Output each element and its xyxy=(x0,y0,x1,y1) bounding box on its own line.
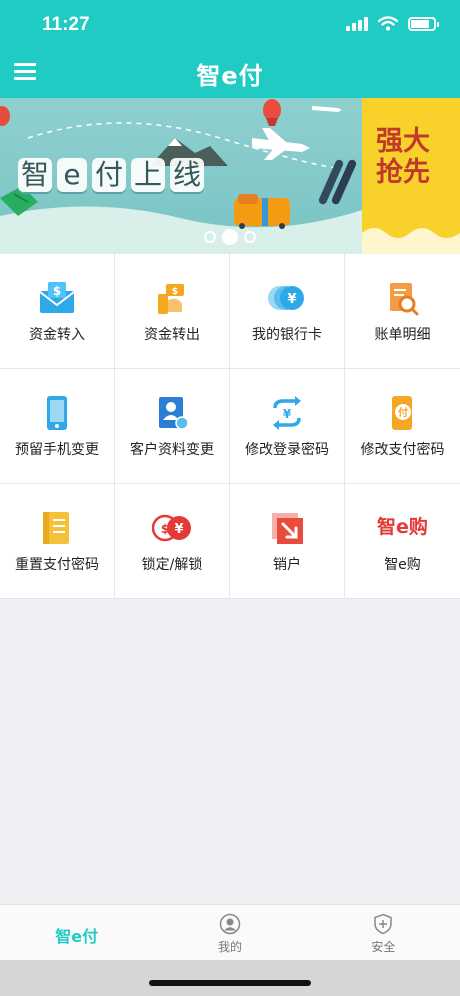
exchange-arrows-icon: ¥ xyxy=(273,396,301,430)
home-indicator[interactable] xyxy=(149,980,311,986)
tile-label: 锁定/解锁 xyxy=(141,557,203,573)
tab-zhi-e-fu[interactable]: 智e付 xyxy=(0,905,153,960)
payment-phone-icon: 付 xyxy=(392,396,412,430)
carousel-dots[interactable] xyxy=(204,229,256,245)
home-indicator-area xyxy=(0,960,460,996)
tile-withdraw-funds[interactable]: $ 资金转出 xyxy=(115,254,230,369)
reset-card-icon xyxy=(43,512,69,544)
tile-label: 智e购 xyxy=(384,557,421,573)
tile-my-bank-cards[interactable]: ¥ 我的银行卡 xyxy=(230,254,345,369)
tile-change-profile[interactable]: 客户资料变更 xyxy=(115,369,230,484)
tile-reset-payment-password[interactable]: 重置支付密码 xyxy=(0,484,115,599)
zhi-e-gou-logo-icon: 智e购 xyxy=(377,516,428,538)
banner-next-text: 强大 抢先 xyxy=(376,126,430,188)
carousel-dot[interactable] xyxy=(204,231,216,243)
yuan-coins-icon: ¥ xyxy=(268,286,304,310)
svg-text:付: 付 xyxy=(398,406,408,419)
battery-icon xyxy=(408,16,439,31)
currency-coins-icon: $ ¥ xyxy=(152,514,191,542)
tile-close-account[interactable]: 销户 xyxy=(230,484,345,599)
zhi-e-fu-logo-icon: 智e付 xyxy=(55,927,99,946)
carousel-dot[interactable] xyxy=(244,231,256,243)
svg-text:$: $ xyxy=(161,522,169,536)
phone-icon xyxy=(47,396,67,430)
tab-security[interactable]: 安全 xyxy=(307,905,460,960)
svg-text:¥: ¥ xyxy=(283,407,292,421)
banner-slide[interactable]: 智 e 付 上 线 xyxy=(0,98,362,254)
banner-char: 智 xyxy=(18,158,53,192)
promo-banner[interactable]: 智 e 付 上 线 强大 抢先 xyxy=(0,98,460,254)
tile-label: 预留手机变更 xyxy=(15,442,99,458)
tile-zhi-e-gou[interactable]: 智e购 智e购 xyxy=(345,484,460,599)
battery-level xyxy=(411,19,429,28)
tile-label: 资金转出 xyxy=(144,327,200,343)
service-grid: $ 资金转入 $ 资金转出 ¥ 我的银行卡 账单明细 预留手机变更 客户资料变更… xyxy=(0,254,460,599)
bottom-tab-bar: 智e付 我的 安全 xyxy=(0,904,460,960)
svg-text:¥: ¥ xyxy=(287,292,296,307)
close-account-icon xyxy=(272,513,303,544)
money-envelope-icon: $ xyxy=(39,282,75,313)
tile-label: 销户 xyxy=(273,557,301,573)
tile-label: 修改登录密码 xyxy=(245,442,329,458)
status-time: 11:27 xyxy=(42,14,90,35)
signal-icon xyxy=(346,16,368,31)
person-icon xyxy=(219,913,241,935)
wifi-icon xyxy=(378,16,398,31)
header-bar: 11:27 智e付 xyxy=(0,0,460,98)
tile-label: 客户资料变更 xyxy=(130,442,214,458)
banner-char: 线 xyxy=(170,158,205,192)
svg-text:$: $ xyxy=(53,284,61,298)
cash-out-icon: $ xyxy=(158,284,184,314)
tile-lock-unlock[interactable]: $ ¥ 锁定/解锁 xyxy=(115,484,230,599)
banner-char: 上 xyxy=(131,158,166,192)
tab-mine[interactable]: 我的 xyxy=(153,905,306,960)
tile-change-phone[interactable]: 预留手机变更 xyxy=(0,369,115,484)
tile-label: 资金转入 xyxy=(29,327,85,343)
tile-deposit-funds[interactable]: $ 资金转入 xyxy=(0,254,115,369)
tab-label: 安全 xyxy=(371,940,396,954)
tile-label: 重置支付密码 xyxy=(15,557,99,573)
tile-label: 修改支付密码 xyxy=(360,442,445,458)
tile-change-payment-password[interactable]: 付 修改支付密码 xyxy=(345,369,460,484)
banner-char: 付 xyxy=(92,158,127,192)
tile-bill-details[interactable]: 账单明细 xyxy=(345,254,460,369)
page-title: 智e付 xyxy=(196,62,264,90)
tile-label: 账单明细 xyxy=(374,327,431,343)
banner-next-slide[interactable]: 强大 抢先 xyxy=(362,98,460,254)
tile-change-login-password[interactable]: ¥ 修改登录密码 xyxy=(230,369,345,484)
svg-text:¥: ¥ xyxy=(174,522,183,537)
tab-label: 我的 xyxy=(217,940,242,954)
status-icons xyxy=(346,16,439,31)
shield-icon xyxy=(374,913,393,935)
tile-label: 我的银行卡 xyxy=(252,327,322,343)
carousel-dot-active[interactable] xyxy=(222,229,238,245)
bill-search-icon xyxy=(390,283,419,316)
svg-text:$: $ xyxy=(172,287,178,297)
banner-headline: 智 e 付 上 线 xyxy=(18,158,205,192)
banner-char: e xyxy=(57,158,88,192)
profile-document-icon xyxy=(159,397,189,430)
